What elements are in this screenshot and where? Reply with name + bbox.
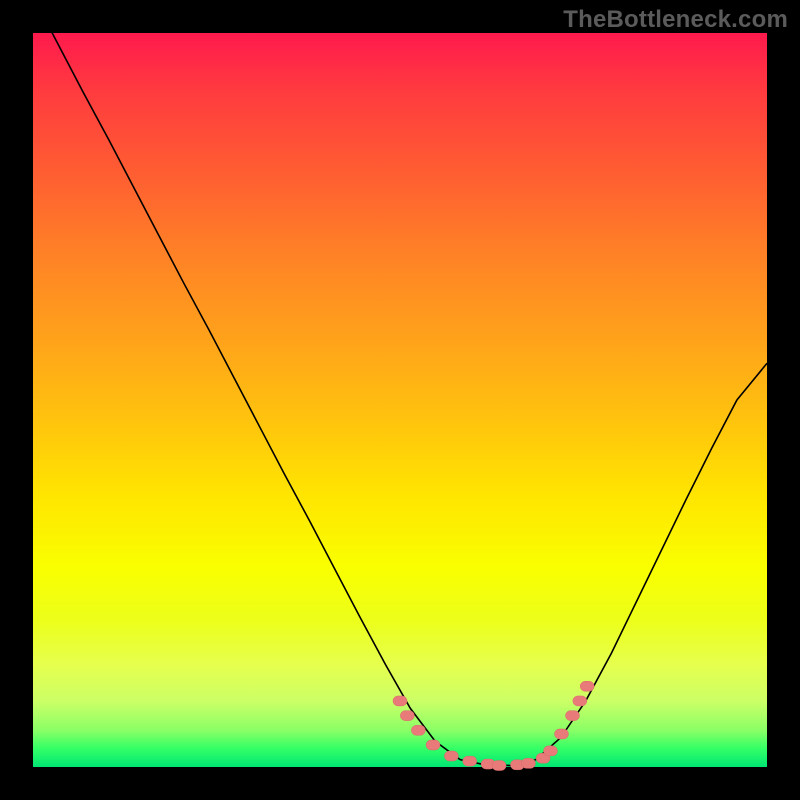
watermark-text: TheBottleneck.com bbox=[563, 6, 788, 34]
data-marker bbox=[492, 761, 506, 771]
data-marker bbox=[393, 696, 407, 706]
plot-area bbox=[33, 33, 767, 767]
data-marker bbox=[463, 756, 477, 766]
bottleneck-curve bbox=[33, 0, 767, 766]
data-marker bbox=[565, 711, 579, 721]
chart-frame: TheBottleneck.com bbox=[0, 0, 800, 800]
data-marker bbox=[543, 746, 557, 756]
data-marker bbox=[573, 696, 587, 706]
data-marker bbox=[554, 729, 568, 739]
data-marker bbox=[411, 725, 425, 735]
data-marker bbox=[444, 751, 458, 761]
curve-svg bbox=[33, 33, 767, 767]
data-marker bbox=[580, 681, 594, 691]
data-marker bbox=[521, 758, 535, 768]
data-marker bbox=[426, 740, 440, 750]
markers-group bbox=[393, 681, 594, 770]
data-marker bbox=[400, 711, 414, 721]
